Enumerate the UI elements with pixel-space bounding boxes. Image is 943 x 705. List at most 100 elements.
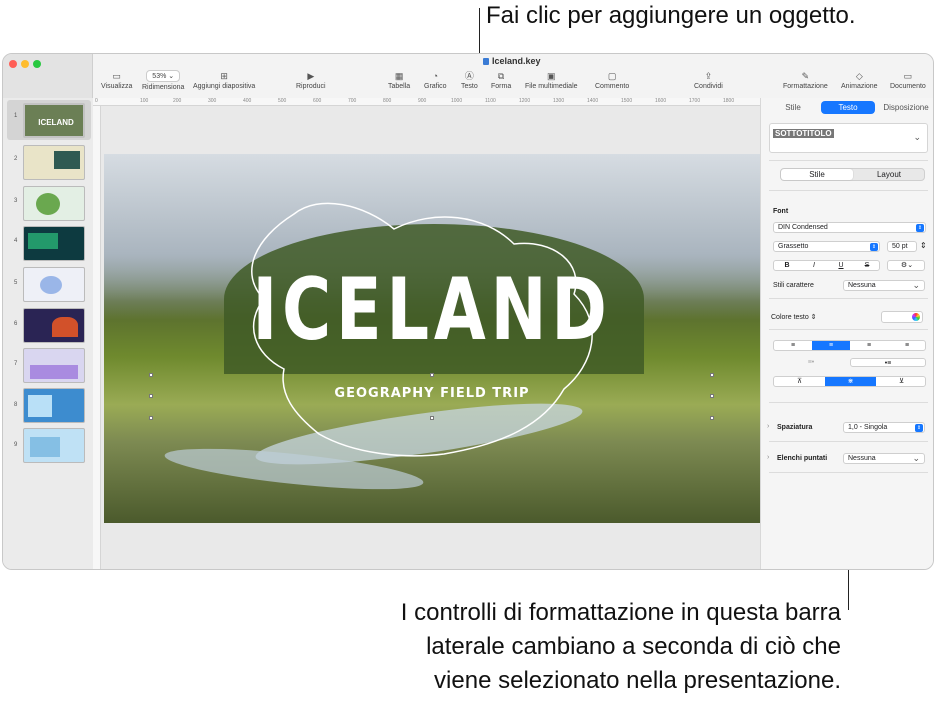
callout-bottom-line1: I controlli di formattazione in questa b… — [400, 599, 841, 626]
window-title-text: Iceland.key — [492, 56, 541, 66]
slide-number: 6 — [14, 321, 18, 327]
zoom-button[interactable]: 53% ⌄ Ridimensiona — [142, 70, 184, 91]
media-button[interactable]: ▣ File multimediale — [525, 71, 578, 90]
slide-number: 4 — [14, 238, 18, 244]
selection-handle[interactable] — [430, 373, 434, 377]
underline-button[interactable]: U — [828, 261, 854, 270]
share-label: Condividi — [694, 83, 723, 90]
divider — [769, 160, 928, 161]
callout-bottom-line3: viene selezionato nella presentazione. — [434, 667, 841, 694]
font-family-select[interactable]: DIN Condensed ⇕ — [773, 222, 926, 233]
align-left-button[interactable]: ≡ — [774, 341, 812, 350]
slide-number: 7 — [14, 361, 18, 367]
selection-handle[interactable] — [149, 394, 153, 398]
slide-canvas[interactable]: ICELAND GEOGRAPHY FIELD TRIP — [101, 106, 760, 569]
font-weight-select[interactable]: Grassetto ⇕ — [773, 241, 880, 252]
view-label: Visualizza — [101, 83, 133, 90]
decrease-indent-button[interactable]: ≡• — [773, 358, 849, 367]
slide-thumbnail-7[interactable] — [23, 348, 85, 383]
justify-button[interactable]: ≡ — [888, 341, 926, 350]
selection-handle[interactable] — [710, 416, 714, 420]
italic-button[interactable]: I — [801, 261, 827, 270]
slide-thumbnail-9[interactable] — [23, 428, 85, 463]
slide-thumbnail-2[interactable] — [23, 145, 85, 180]
ruler-tick: 1500 — [621, 98, 633, 104]
advanced-options-button[interactable]: ⚙⌄ — [887, 260, 925, 271]
ruler-tick: 300 — [208, 98, 217, 104]
shape-button[interactable]: ⧉ Forma — [491, 71, 511, 90]
format-button[interactable]: ✎ Formattazione — [783, 71, 828, 90]
align-right-button[interactable]: ≡ — [850, 341, 888, 350]
current-slide[interactable]: ICELAND GEOGRAPHY FIELD TRIP — [104, 154, 760, 523]
disclosure-arrow-icon[interactable]: › — [767, 454, 769, 461]
document-icon: ▭ — [903, 71, 913, 81]
selection-handle[interactable] — [430, 416, 434, 420]
char-styles-select[interactable]: Nessuna ⌄ — [843, 280, 925, 291]
color-wheel-icon — [912, 313, 920, 321]
spacing-select[interactable]: 1,0 - Singola ⇕ — [843, 422, 925, 433]
tab-text[interactable]: Testo — [821, 101, 875, 114]
divider — [769, 402, 928, 403]
strikethrough-button[interactable]: S — [854, 261, 880, 270]
align-bottom-button[interactable]: ⊻ — [876, 377, 927, 386]
thumbnail-image — [52, 317, 78, 337]
font-size-field[interactable]: 50 pt — [887, 241, 917, 252]
animate-button[interactable]: ◇ Animazione — [841, 71, 878, 90]
table-button[interactable]: ▦ Tabella — [388, 71, 410, 90]
minimize-window-button[interactable] — [21, 60, 29, 68]
close-window-button[interactable] — [9, 60, 17, 68]
ruler-tick: 500 — [278, 98, 287, 104]
selection-handle[interactable] — [149, 373, 153, 377]
divider — [769, 441, 928, 442]
bullets-label: Elenchi puntati — [777, 455, 828, 462]
font-size-stepper-icon[interactable]: ⇕ — [920, 241, 927, 250]
chevron-down-icon: ⌄ — [912, 453, 920, 463]
bold-button[interactable]: B — [774, 261, 800, 270]
slide-thumbnail-8[interactable] — [23, 388, 85, 423]
selection-handle[interactable] — [710, 373, 714, 377]
slide-thumbnail-6[interactable] — [23, 308, 85, 343]
share-button[interactable]: ⇪ Condividi — [694, 71, 723, 90]
divider — [769, 298, 928, 299]
tab-arrange[interactable]: Disposizione — [879, 101, 933, 114]
comment-icon: ▢ — [607, 71, 617, 81]
view-button[interactable]: ▭ Visualizza — [101, 71, 132, 90]
selection-handle[interactable] — [710, 394, 714, 398]
paragraph-style-picker[interactable]: SOTTOTITOLO ⌄ — [769, 123, 928, 153]
tab-style[interactable]: Stile — [773, 101, 813, 114]
document-button[interactable]: ▭ Documento — [890, 71, 926, 90]
segment-style[interactable]: Stile — [781, 169, 853, 180]
slide-number: 8 — [14, 402, 18, 408]
selection-handle[interactable] — [149, 416, 153, 420]
increase-indent-button[interactable]: •≡ — [850, 358, 926, 367]
shape-label: Forma — [491, 83, 512, 90]
slide-thumbnail-4[interactable] — [23, 226, 85, 261]
slide-thumbnail-3[interactable] — [23, 186, 85, 221]
fullscreen-window-button[interactable] — [33, 60, 41, 68]
disclosure-arrow-icon[interactable]: › — [767, 423, 769, 430]
align-middle-button[interactable]: ⋇ — [825, 377, 876, 386]
slide-subtitle[interactable]: GEOGRAPHY FIELD TRIP — [104, 386, 760, 401]
ruler-tick: 1700 — [689, 98, 701, 104]
comment-button[interactable]: ▢ Commento — [595, 71, 629, 90]
ruler-tick: 200 — [173, 98, 182, 104]
ruler-tick: 600 — [313, 98, 322, 104]
slide-title[interactable]: ICELAND — [176, 260, 688, 360]
text-color-well[interactable] — [881, 311, 923, 323]
text-label: Testo — [461, 83, 478, 90]
vertical-ruler[interactable] — [93, 106, 101, 569]
segment-layout[interactable]: Layout — [853, 169, 925, 180]
bullets-select[interactable]: Nessuna ⌄ — [843, 453, 925, 464]
horizontal-ruler[interactable]: 0 100 200 300 400 500 600 700 800 900 10… — [93, 98, 760, 106]
format-label: Formattazione — [783, 83, 828, 90]
slide-thumbnail-5[interactable] — [23, 267, 85, 302]
chart-button[interactable]: ◔ Grafico — [424, 71, 447, 90]
thumbnail-image — [28, 395, 52, 417]
align-center-button[interactable]: ≡ — [812, 341, 850, 350]
align-top-button[interactable]: ⊼ — [774, 377, 825, 386]
play-button[interactable]: ▶ Riproduci — [296, 71, 326, 90]
add-slide-button[interactable]: ⊞ Aggiungi diapositiva — [193, 71, 255, 90]
char-styles-value: Nessuna — [848, 282, 876, 289]
text-button[interactable]: Ⓐ Testo — [461, 71, 478, 90]
slide-thumbnail-1[interactable]: ICELAND — [23, 103, 85, 138]
